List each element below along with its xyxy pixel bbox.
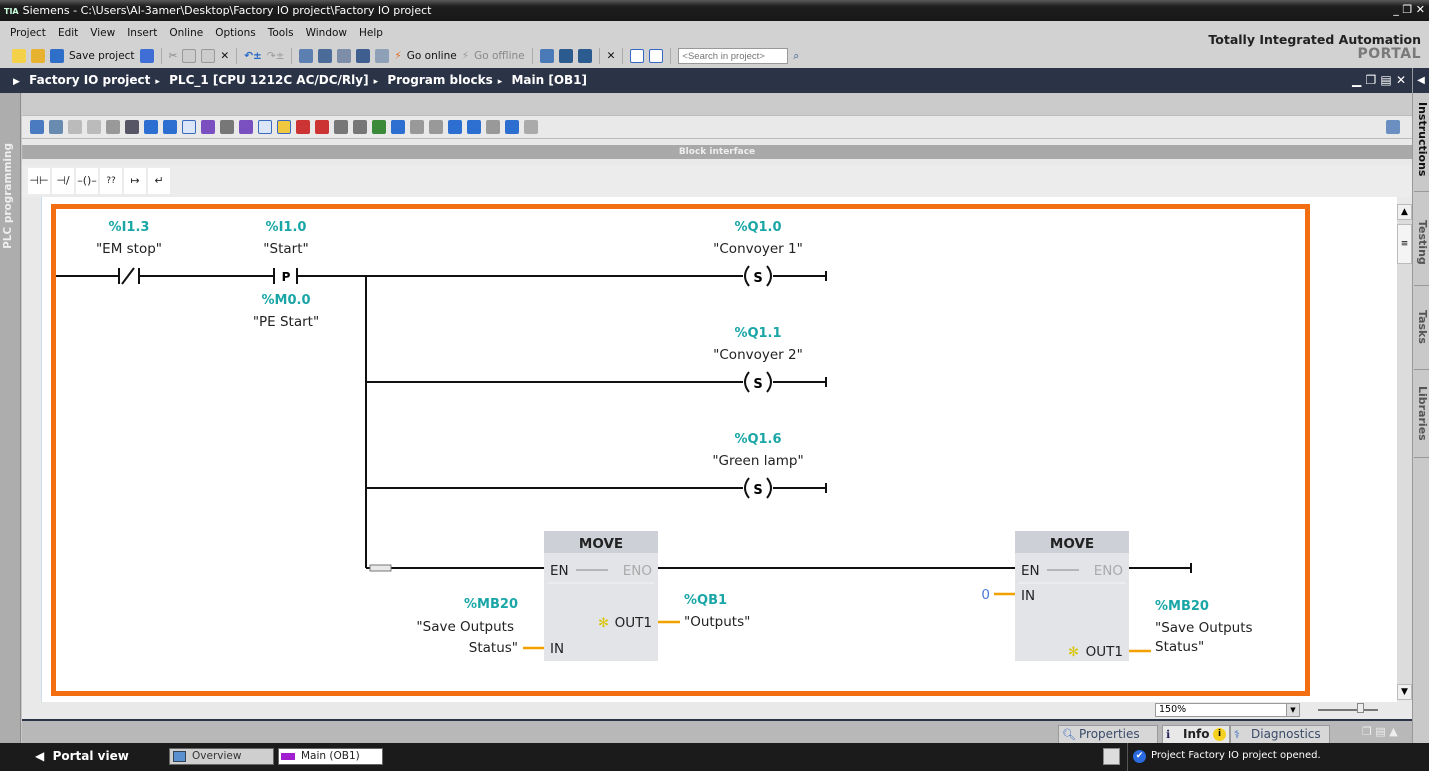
portal-view-label: Portal view xyxy=(52,749,129,763)
zoom-select[interactable]: 150% ▼ xyxy=(1155,703,1300,717)
coil-right[interactable] xyxy=(766,265,772,287)
edge-address[interactable]: %M0.0 xyxy=(262,293,311,308)
coil-letter: S xyxy=(753,483,762,498)
eno-pin: ENO xyxy=(623,563,652,579)
overview-icon xyxy=(173,751,186,762)
coil-right[interactable] xyxy=(766,477,772,499)
coil-symbol[interactable]: "Green lamp" xyxy=(712,453,803,469)
dropdown-arrow-icon[interactable]: ▼ xyxy=(1286,703,1300,717)
check-icon: ✔ xyxy=(1133,750,1146,763)
operand-address[interactable]: %MB20 xyxy=(464,597,518,612)
show-details-icon[interactable] xyxy=(1103,748,1120,765)
move-block-2[interactable]: MOVE EN ENO IN ✻ OUT1 xyxy=(1015,531,1129,661)
operand-symbol[interactable]: Status" xyxy=(469,640,518,656)
warning-badge-icon: i xyxy=(1213,728,1226,741)
contact-symbol[interactable]: "Start" xyxy=(263,241,308,257)
move-block-1[interactable]: MOVE EN ENO ✻ OUT1 IN xyxy=(544,531,658,661)
in-pin: IN xyxy=(550,641,564,657)
tab-diagnostics[interactable]: Diagnostics xyxy=(1230,725,1330,744)
contact-symbol[interactable]: "EM stop" xyxy=(96,241,162,257)
constant-value[interactable]: 0 xyxy=(981,587,990,603)
inspector-controls[interactable]: ❐ ▤ ▲ xyxy=(1362,725,1398,738)
out1-pin: OUT1 xyxy=(1086,644,1123,660)
coil-address[interactable]: %Q1.1 xyxy=(734,326,781,341)
operand-symbol[interactable]: Status" xyxy=(1155,639,1204,655)
inspector-tabs: Properties 🔍︎ Info ℹ i Diagnostics ⚕ ❐ ▤… xyxy=(22,719,1412,744)
new-output-icon[interactable]: ✻ xyxy=(598,616,609,631)
coil-letter: S xyxy=(753,377,762,392)
ladder-diagram: P S S S %I1.3 "EM stop" %I1.0 "Start" %M… xyxy=(56,220,1253,661)
operand-address[interactable]: %MB20 xyxy=(1155,599,1209,614)
en-pin: EN xyxy=(550,563,569,579)
in-pin: IN xyxy=(1021,588,1035,604)
contact-nc-slash xyxy=(121,267,135,285)
operand-address[interactable]: %QB1 xyxy=(684,593,727,608)
status-message: Project Factory IO project opened. xyxy=(1151,750,1321,761)
separator xyxy=(1127,743,1128,771)
scroll-up-icon[interactable]: ▲ xyxy=(1397,204,1412,220)
eno-pin: ENO xyxy=(1094,563,1123,579)
out1-pin: OUT1 xyxy=(615,615,652,631)
edge-symbol[interactable]: "PE Start" xyxy=(253,314,319,330)
move-title: MOVE xyxy=(1050,536,1094,552)
operand-symbol[interactable]: "Save Outputs xyxy=(1155,620,1253,636)
info-icon: ℹ xyxy=(1166,728,1171,741)
branch-connector[interactable] xyxy=(369,564,392,572)
vertical-scrollbar[interactable]: ▲ ≡ ▼ xyxy=(1397,204,1412,700)
new-output-icon[interactable]: ✻ xyxy=(1068,645,1079,660)
coil-symbol[interactable]: "Convoyer 2" xyxy=(713,347,803,363)
diagnostics-icon: ⚕ xyxy=(1234,728,1240,741)
coil-left[interactable] xyxy=(744,265,750,287)
zoom-value: 150% xyxy=(1159,704,1187,715)
coil-address[interactable]: %Q1.6 xyxy=(734,432,781,447)
contact-address[interactable]: %I1.0 xyxy=(266,220,307,235)
coil-symbol[interactable]: "Convoyer 1" xyxy=(713,241,803,257)
en-pin: EN xyxy=(1021,563,1040,579)
coil-left[interactable] xyxy=(744,371,750,393)
operand-symbol[interactable]: "Save Outputs xyxy=(416,619,514,635)
scroll-thumb[interactable]: ≡ xyxy=(1397,224,1412,264)
coil-address[interactable]: %Q1.0 xyxy=(734,220,781,235)
portal-view-button[interactable]: ◀ Portal view xyxy=(35,749,129,763)
coil-right[interactable] xyxy=(766,371,772,393)
ob-block-icon xyxy=(281,753,295,760)
edge-letter: P xyxy=(282,270,291,284)
move-title: MOVE xyxy=(579,536,623,552)
contact-address[interactable]: %I1.3 xyxy=(109,220,150,235)
coil-letter: S xyxy=(753,271,762,286)
zoom-slider-handle[interactable] xyxy=(1357,703,1364,713)
status-bar: ◀ Portal view Overview Main (OB1) ✔ Proj… xyxy=(0,743,1429,771)
operand-symbol[interactable]: "Outputs" xyxy=(684,614,750,630)
zoom-slider[interactable] xyxy=(1318,709,1378,711)
properties-icon: 🔍︎ xyxy=(1062,728,1076,741)
back-arrow-icon: ◀ xyxy=(35,749,45,763)
scroll-down-icon[interactable]: ▼ xyxy=(1397,684,1412,700)
coil-left[interactable] xyxy=(744,477,750,499)
